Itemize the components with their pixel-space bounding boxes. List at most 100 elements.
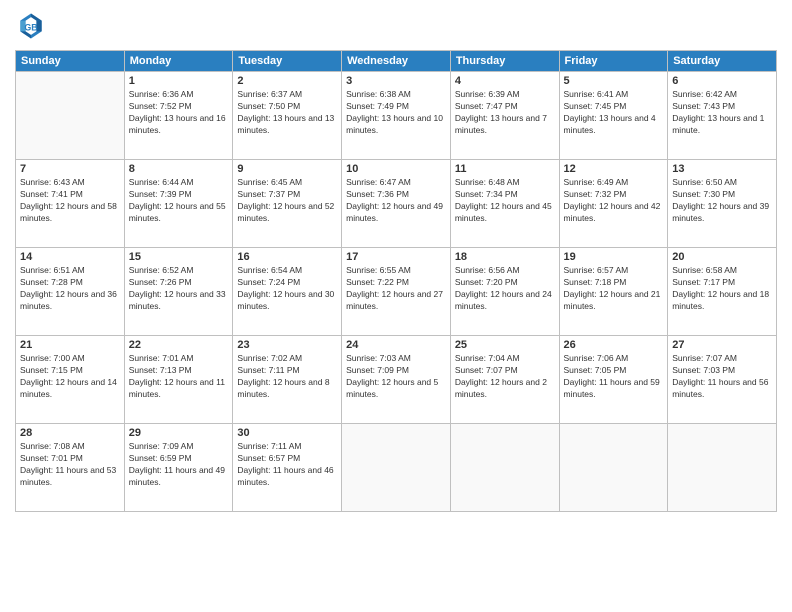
calendar-cell: 11 Sunrise: 6:48 AMSunset: 7:34 PMDayligh… xyxy=(450,160,559,248)
calendar-cell xyxy=(16,72,125,160)
day-number: 5 xyxy=(564,75,664,87)
calendar-cell: 14 Sunrise: 6:51 AMSunset: 7:28 PMDayligh… xyxy=(16,248,125,336)
calendar-cell: 7 Sunrise: 6:43 AMSunset: 7:41 PMDaylight… xyxy=(16,160,125,248)
week-row-3: 21 Sunrise: 7:00 AMSunset: 7:15 PMDayligh… xyxy=(16,336,777,424)
day-number: 18 xyxy=(455,251,555,263)
calendar-cell: 12 Sunrise: 6:49 AMSunset: 7:32 PMDayligh… xyxy=(559,160,668,248)
day-info: Sunrise: 6:55 AMSunset: 7:22 PMDaylight:… xyxy=(346,265,446,313)
day-number: 1 xyxy=(129,75,229,87)
day-info: Sunrise: 6:54 AMSunset: 7:24 PMDaylight:… xyxy=(237,265,337,313)
week-row-0: 1 Sunrise: 6:36 AMSunset: 7:52 PMDaylight… xyxy=(16,72,777,160)
day-info: Sunrise: 6:42 AMSunset: 7:43 PMDaylight:… xyxy=(672,89,772,137)
calendar-cell: 21 Sunrise: 7:00 AMSunset: 7:15 PMDayligh… xyxy=(16,336,125,424)
calendar-cell: 30 Sunrise: 7:11 AMSunset: 6:57 PMDayligh… xyxy=(233,424,342,512)
weekday-header-sunday: Sunday xyxy=(16,51,125,72)
day-info: Sunrise: 6:44 AMSunset: 7:39 PMDaylight:… xyxy=(129,177,229,225)
calendar-cell: 4 Sunrise: 6:39 AMSunset: 7:47 PMDaylight… xyxy=(450,72,559,160)
day-info: Sunrise: 6:37 AMSunset: 7:50 PMDaylight:… xyxy=(237,89,337,137)
day-info: Sunrise: 6:48 AMSunset: 7:34 PMDaylight:… xyxy=(455,177,555,225)
calendar-cell: 17 Sunrise: 6:55 AMSunset: 7:22 PMDayligh… xyxy=(342,248,451,336)
day-number: 26 xyxy=(564,339,664,351)
day-number: 10 xyxy=(346,163,446,175)
calendar-cell: 22 Sunrise: 7:01 AMSunset: 7:13 PMDayligh… xyxy=(124,336,233,424)
day-info: Sunrise: 6:47 AMSunset: 7:36 PMDaylight:… xyxy=(346,177,446,225)
day-number: 30 xyxy=(237,427,337,439)
calendar-cell: 9Sunrise: 6:45 AMSunset: 7:37 PMDaylight… xyxy=(233,160,342,248)
day-number: 11 xyxy=(455,163,555,175)
day-info: Sunrise: 7:02 AMSunset: 7:11 PMDaylight:… xyxy=(237,353,337,401)
weekday-header-tuesday: Tuesday xyxy=(233,51,342,72)
calendar-cell: 8 Sunrise: 6:44 AMSunset: 7:39 PMDaylight… xyxy=(124,160,233,248)
calendar: SundayMondayTuesdayWednesdayThursdayFrid… xyxy=(15,50,777,512)
day-info: Sunrise: 6:49 AMSunset: 7:32 PMDaylight:… xyxy=(564,177,664,225)
day-info: Sunrise: 6:51 AMSunset: 7:28 PMDaylight:… xyxy=(20,265,120,313)
day-number: 21 xyxy=(20,339,120,351)
weekday-header-friday: Friday xyxy=(559,51,668,72)
calendar-cell: 3Sunrise: 6:38 AMSunset: 7:49 PMDaylight… xyxy=(342,72,451,160)
day-number: 13 xyxy=(672,163,772,175)
day-info: Sunrise: 6:57 AMSunset: 7:18 PMDaylight:… xyxy=(564,265,664,313)
day-number: 23 xyxy=(237,339,337,351)
day-info: Sunrise: 7:01 AMSunset: 7:13 PMDaylight:… xyxy=(129,353,229,401)
day-number: 16 xyxy=(237,251,337,263)
calendar-cell: 23 Sunrise: 7:02 AMSunset: 7:11 PMDayligh… xyxy=(233,336,342,424)
day-number: 4 xyxy=(455,75,555,87)
calendar-cell: 29 Sunrise: 7:09 AMSunset: 6:59 PMDayligh… xyxy=(124,424,233,512)
day-info: Sunrise: 7:07 AMSunset: 7:03 PMDaylight:… xyxy=(672,353,772,401)
weekday-header-row: SundayMondayTuesdayWednesdayThursdayFrid… xyxy=(16,51,777,72)
calendar-cell: 25 Sunrise: 7:04 AMSunset: 7:07 PMDayligh… xyxy=(450,336,559,424)
calendar-cell: 6 Sunrise: 6:42 AMSunset: 7:43 PMDaylight… xyxy=(668,72,777,160)
day-number: 14 xyxy=(20,251,120,263)
calendar-cell: 18 Sunrise: 6:56 AMSunset: 7:20 PMDayligh… xyxy=(450,248,559,336)
day-info: Sunrise: 7:04 AMSunset: 7:07 PMDaylight:… xyxy=(455,353,555,401)
header: GB xyxy=(15,10,777,42)
day-number: 27 xyxy=(672,339,772,351)
day-number: 20 xyxy=(672,251,772,263)
day-info: Sunrise: 7:00 AMSunset: 7:15 PMDaylight:… xyxy=(20,353,120,401)
day-info: Sunrise: 7:11 AMSunset: 6:57 PMDaylight:… xyxy=(237,441,337,489)
day-info: Sunrise: 6:45 AMSunset: 7:37 PMDaylight:… xyxy=(237,177,337,225)
weekday-header-monday: Monday xyxy=(124,51,233,72)
week-row-1: 7 Sunrise: 6:43 AMSunset: 7:41 PMDaylight… xyxy=(16,160,777,248)
day-number: 25 xyxy=(455,339,555,351)
day-number: 17 xyxy=(346,251,446,263)
day-number: 2 xyxy=(237,75,337,87)
calendar-cell xyxy=(668,424,777,512)
day-info: Sunrise: 7:08 AMSunset: 7:01 PMDaylight:… xyxy=(20,441,120,489)
day-number: 29 xyxy=(129,427,229,439)
day-info: Sunrise: 6:56 AMSunset: 7:20 PMDaylight:… xyxy=(455,265,555,313)
calendar-cell xyxy=(342,424,451,512)
day-info: Sunrise: 6:41 AMSunset: 7:45 PMDaylight:… xyxy=(564,89,664,137)
weekday-header-wednesday: Wednesday xyxy=(342,51,451,72)
calendar-cell: 16 Sunrise: 6:54 AMSunset: 7:24 PMDayligh… xyxy=(233,248,342,336)
day-info: Sunrise: 6:39 AMSunset: 7:47 PMDaylight:… xyxy=(455,89,555,137)
day-info: Sunrise: 6:36 AMSunset: 7:52 PMDaylight:… xyxy=(129,89,229,137)
day-info: Sunrise: 6:43 AMSunset: 7:41 PMDaylight:… xyxy=(20,177,120,225)
week-row-4: 28Sunrise: 7:08 AMSunset: 7:01 PMDayligh… xyxy=(16,424,777,512)
calendar-cell: 5 Sunrise: 6:41 AMSunset: 7:45 PMDaylight… xyxy=(559,72,668,160)
calendar-cell: 13 Sunrise: 6:50 AMSunset: 7:30 PMDayligh… xyxy=(668,160,777,248)
day-info: Sunrise: 7:06 AMSunset: 7:05 PMDaylight:… xyxy=(564,353,664,401)
day-info: Sunrise: 6:50 AMSunset: 7:30 PMDaylight:… xyxy=(672,177,772,225)
day-number: 12 xyxy=(564,163,664,175)
day-number: 19 xyxy=(564,251,664,263)
calendar-cell: 28Sunrise: 7:08 AMSunset: 7:01 PMDayligh… xyxy=(16,424,125,512)
calendar-cell xyxy=(450,424,559,512)
calendar-cell: 24Sunrise: 7:03 AMSunset: 7:09 PMDayligh… xyxy=(342,336,451,424)
calendar-cell: 1 Sunrise: 6:36 AMSunset: 7:52 PMDaylight… xyxy=(124,72,233,160)
day-info: Sunrise: 6:52 AMSunset: 7:26 PMDaylight:… xyxy=(129,265,229,313)
weekday-header-thursday: Thursday xyxy=(450,51,559,72)
day-number: 7 xyxy=(20,163,120,175)
day-info: Sunrise: 7:09 AMSunset: 6:59 PMDaylight:… xyxy=(129,441,229,489)
day-info: Sunrise: 6:38 AMSunset: 7:49 PMDaylight:… xyxy=(346,89,446,137)
calendar-cell: 27 Sunrise: 7:07 AMSunset: 7:03 PMDayligh… xyxy=(668,336,777,424)
day-number: 8 xyxy=(129,163,229,175)
day-number: 22 xyxy=(129,339,229,351)
svg-text:GB: GB xyxy=(24,22,37,32)
calendar-cell: 10 Sunrise: 6:47 AMSunset: 7:36 PMDayligh… xyxy=(342,160,451,248)
day-number: 15 xyxy=(129,251,229,263)
weekday-header-saturday: Saturday xyxy=(668,51,777,72)
day-info: Sunrise: 6:58 AMSunset: 7:17 PMDaylight:… xyxy=(672,265,772,313)
day-number: 6 xyxy=(672,75,772,87)
calendar-cell: 19 Sunrise: 6:57 AMSunset: 7:18 PMDayligh… xyxy=(559,248,668,336)
